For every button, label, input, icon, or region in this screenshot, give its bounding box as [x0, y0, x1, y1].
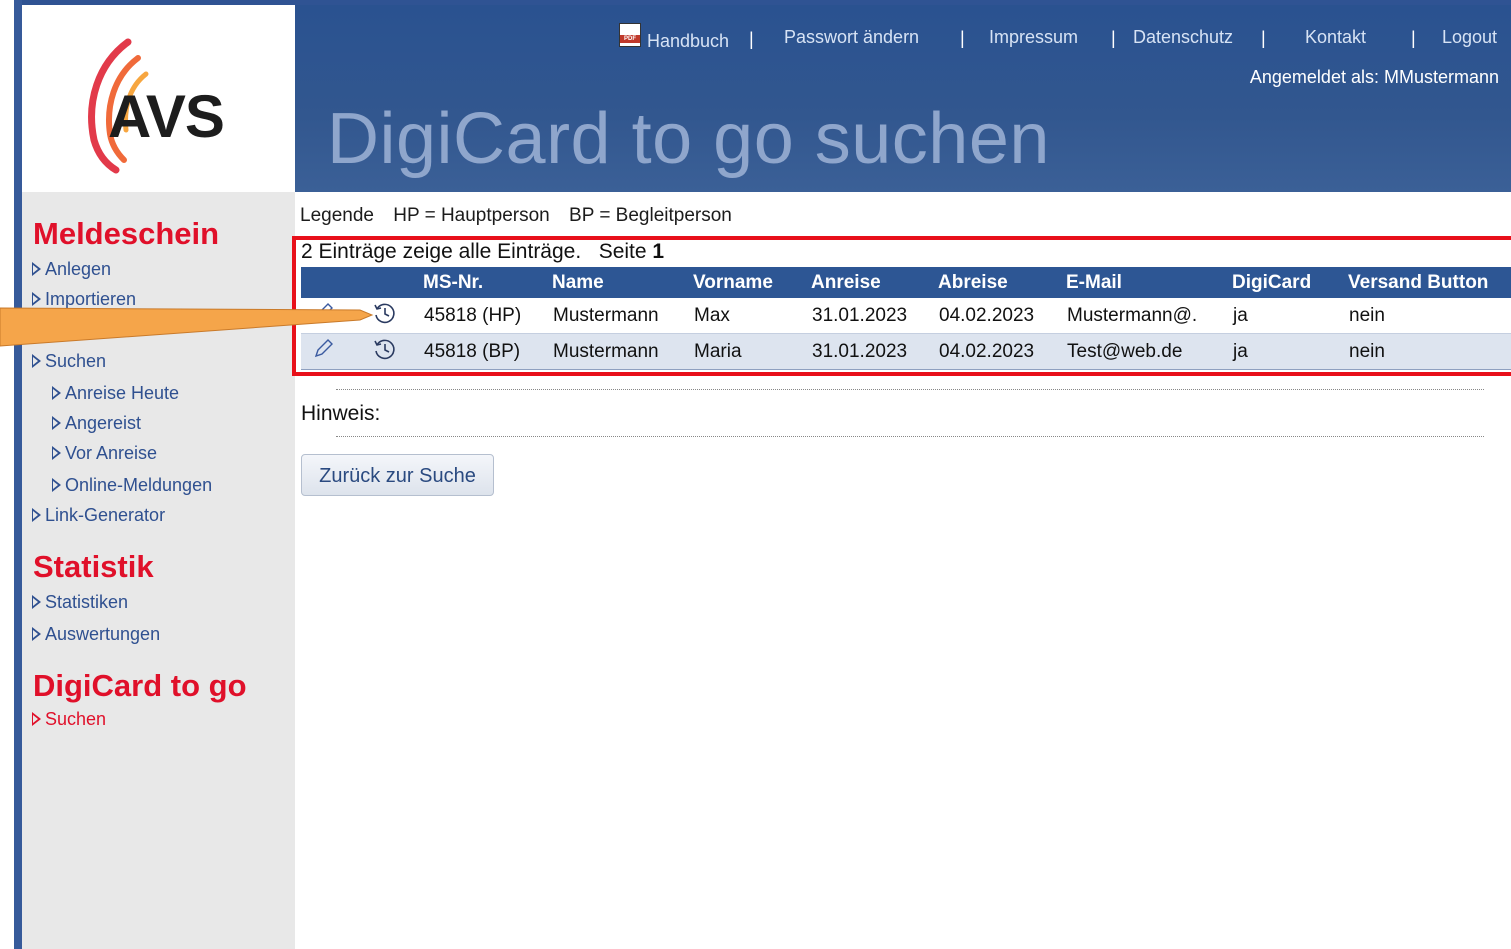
triangle-right-icon — [32, 508, 41, 522]
sidebar-item-vor-anreise[interactable]: Vor Anreise — [52, 443, 157, 464]
highlight-frame — [292, 236, 1511, 376]
sidebar-heading-statistik: Statistik — [33, 549, 154, 584]
legend: Legende HP = Hauptperson BP = Begleitper… — [300, 205, 746, 227]
sidebar-item-digicard-suchen[interactable]: Suchen — [32, 709, 106, 730]
divider — [336, 389, 1484, 390]
logo[interactable]: AVS — [22, 10, 295, 192]
sidebar-item-statistiken[interactable]: Statistiken — [32, 592, 128, 613]
sidebar-item-anlegen[interactable]: Anlegen — [32, 259, 111, 280]
pdf-icon[interactable]: PDF — [619, 23, 641, 47]
link-impressum[interactable]: Impressum — [989, 27, 1078, 48]
page-title: DigiCard to go suchen — [327, 99, 1050, 179]
link-passwort-aendern[interactable]: Passwort ändern — [784, 27, 919, 48]
triangle-right-icon — [32, 712, 41, 726]
sidebar-item-auswertungen[interactable]: Auswertungen — [32, 624, 160, 645]
back-to-search-button[interactable]: Zurück zur Suche — [301, 454, 494, 496]
sidebar-item-anreise-heute[interactable]: Anreise Heute — [52, 383, 179, 404]
sidebar-heading-meldeschein: Meldeschein — [33, 216, 220, 251]
triangle-right-icon — [52, 416, 61, 430]
link-handbuch[interactable]: Handbuch — [647, 31, 729, 52]
separator: | — [960, 28, 965, 48]
triangle-right-icon — [32, 595, 41, 609]
separator: | — [1261, 28, 1266, 48]
triangle-right-icon — [32, 262, 41, 276]
separator: | — [1411, 28, 1416, 48]
triangle-right-icon — [52, 446, 61, 460]
triangle-right-icon — [32, 627, 41, 641]
callout-arrow-icon — [0, 307, 374, 347]
separator: | — [749, 29, 754, 49]
link-datenschutz[interactable]: Datenschutz — [1133, 27, 1233, 48]
legend-hp: HP = Hauptperson — [393, 205, 550, 226]
link-kontakt[interactable]: Kontakt — [1305, 27, 1366, 48]
hint-label: Hinweis: — [301, 402, 381, 425]
header: PDF Handbuch | Passwort ändern | Impress… — [295, 5, 1511, 192]
left-border — [14, 0, 22, 949]
legend-label: Legende — [300, 205, 374, 226]
separator: | — [1111, 28, 1116, 48]
link-logout[interactable]: Logout — [1442, 27, 1497, 48]
triangle-right-icon — [32, 354, 41, 368]
sidebar-item-link-generator[interactable]: Link-Generator — [32, 505, 165, 526]
logged-in-user: Angemeldet als: MMustermann — [1249, 67, 1499, 87]
sidebar-item-angereist[interactable]: Angereist — [52, 413, 141, 434]
triangle-right-icon — [52, 386, 61, 400]
logo-text: AVS — [108, 83, 225, 150]
sidebar-heading-digicard: DigiCard to go — [33, 668, 247, 703]
triangle-right-icon — [52, 478, 61, 492]
legend-bp: BP = Begleitperson — [569, 205, 732, 226]
top-nav: PDF Handbuch | Passwort ändern | Impress… — [295, 23, 1511, 52]
sidebar-item-online-meldungen[interactable]: Online-Meldungen — [52, 475, 212, 496]
divider — [336, 436, 1484, 437]
